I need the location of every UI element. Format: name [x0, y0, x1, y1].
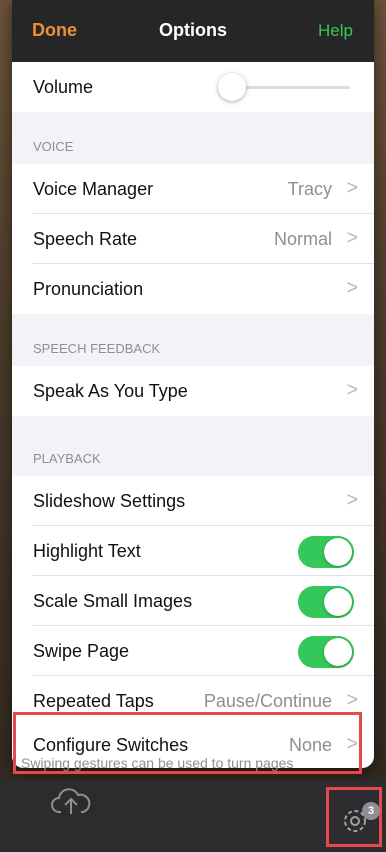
slideshow-settings-label: Slideshow Settings: [33, 491, 186, 511]
chevron-right-icon: >: [346, 689, 358, 711]
chevron-right-icon: >: [346, 177, 358, 199]
volume-slider-track[interactable]: [232, 86, 350, 89]
chevron-right-icon: >: [346, 227, 358, 249]
speech-rate-value: Normal: [273, 229, 332, 249]
section-playback: PLAYBACK: [12, 416, 374, 476]
scale-small-images-label: Scale Small Images: [33, 591, 193, 611]
chevron-right-icon: >: [346, 277, 358, 299]
scale-small-images-row: Scale Small Images: [12, 576, 374, 626]
pronunciation-row[interactable]: Pronunciation >: [12, 264, 374, 314]
help-button[interactable]: Help: [318, 21, 353, 41]
volume-label: Volume: [33, 77, 94, 97]
toggle-knob: [324, 638, 352, 666]
toggle-knob: [324, 538, 352, 566]
repeated-taps-value: Pause/Continue: [203, 691, 332, 711]
voice-manager-value: Tracy: [287, 179, 332, 199]
cloud-upload-icon[interactable]: [51, 786, 91, 818]
section-speech-feedback: SPEECH FEEDBACK: [12, 314, 374, 366]
swipe-page-row: Swipe Page: [12, 626, 374, 676]
section-playback-title: PLAYBACK: [33, 451, 101, 466]
voice-manager-row[interactable]: Voice Manager Tracy >: [12, 164, 374, 214]
voice-manager-label: Voice Manager: [33, 179, 154, 199]
toggle-knob: [324, 588, 352, 616]
volume-row: Volume: [12, 62, 374, 112]
gear-badge: 3: [362, 802, 380, 820]
chevron-right-icon: >: [346, 489, 358, 511]
section-voice-title: VOICE: [33, 139, 74, 154]
volume-slider-thumb[interactable]: [218, 73, 246, 101]
swipe-page-label: Swipe Page: [33, 641, 130, 661]
options-popover: Done Options Help Volume VOICE Voice Man…: [12, 0, 374, 768]
options-navbar: Done Options Help: [12, 0, 374, 62]
slideshow-settings-row[interactable]: Slideshow Settings >: [12, 476, 374, 526]
highlight-text-toggle[interactable]: [298, 536, 354, 568]
highlight-text-label: Highlight Text: [33, 541, 141, 561]
speak-as-you-type-row[interactable]: Speak As You Type >: [12, 366, 374, 416]
scale-small-images-toggle[interactable]: [298, 586, 354, 618]
configure-switches-highlight: [13, 712, 362, 774]
pronunciation-label: Pronunciation: [33, 279, 144, 299]
chevron-right-icon: >: [346, 379, 358, 401]
speech-rate-row[interactable]: Speech Rate Normal >: [12, 214, 374, 264]
speak-as-you-type-label: Speak As You Type: [33, 381, 188, 401]
highlight-text-row: Highlight Text: [12, 526, 374, 576]
swipe-page-toggle[interactable]: [298, 636, 354, 668]
speech-rate-label: Speech Rate: [33, 229, 138, 249]
repeated-taps-label: Repeated Taps: [33, 691, 154, 711]
section-speech-feedback-title: SPEECH FEEDBACK: [33, 341, 161, 356]
section-voice: VOICE: [12, 112, 374, 164]
